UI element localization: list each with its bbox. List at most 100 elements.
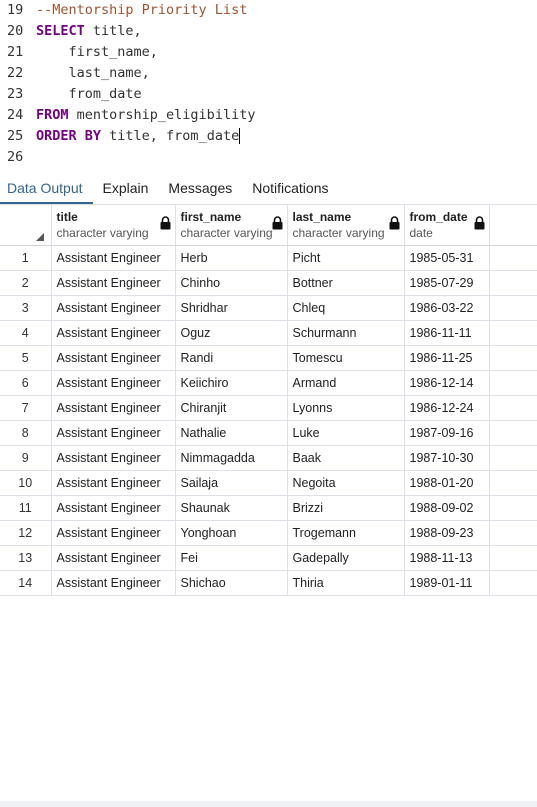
row-number[interactable]: 8 — [0, 420, 52, 446]
table-cell[interactable]: Shridhar — [175, 295, 288, 321]
table-cell[interactable]: Chleq — [287, 295, 405, 321]
table-cell[interactable]: Assistant Engineer — [51, 295, 176, 321]
table-cell[interactable]: Assistant Engineer — [51, 395, 176, 421]
table-row[interactable]: 9 Assistant Engineer Nimmagadda Baak 1987-10… — [0, 445, 537, 471]
row-number[interactable]: 13 — [0, 545, 52, 571]
column-header-first-name[interactable]: first_name character varying — [175, 205, 288, 246]
table-cell[interactable]: 1986-11-25 — [404, 345, 490, 371]
table-cell[interactable]: 1988-09-02 — [404, 495, 490, 521]
table-cell[interactable]: 1987-10-30 — [404, 445, 490, 471]
table-cell[interactable]: Armand — [287, 370, 405, 396]
table-cell[interactable]: Assistant Engineer — [51, 545, 176, 571]
table-cell[interactable]: Schurmann — [287, 320, 405, 346]
table-row[interactable]: 8 Assistant Engineer Nathalie Luke 1987-09-1… — [0, 420, 537, 446]
table-cell[interactable]: Thiria — [287, 570, 405, 596]
table-cell[interactable]: Trogemann — [287, 520, 405, 546]
table-cell[interactable]: Assistant Engineer — [51, 370, 176, 396]
table-cell[interactable]: Assistant Engineer — [51, 245, 176, 271]
table-cell[interactable]: Yonghoan — [175, 520, 288, 546]
table-row[interactable]: 6 Assistant Engineer Keiichiro Armand 1986-1… — [0, 370, 537, 396]
table-cell[interactable]: Chinho — [175, 270, 288, 296]
table-cell[interactable]: 1986-03-22 — [404, 295, 490, 321]
row-number[interactable]: 12 — [0, 520, 52, 546]
table-cell[interactable]: Assistant Engineer — [51, 320, 176, 346]
code-line[interactable]: 26 — [0, 147, 537, 168]
table-cell[interactable]: Nimmagadda — [175, 445, 288, 471]
table-cell[interactable]: Keiichiro — [175, 370, 288, 396]
table-cell[interactable]: 1986-11-11 — [404, 320, 490, 346]
table-cell[interactable]: Sailaja — [175, 470, 288, 496]
table-cell[interactable]: Tomescu — [287, 345, 405, 371]
table-cell[interactable]: Picht — [287, 245, 405, 271]
table-cell[interactable]: Luke — [287, 420, 405, 446]
table-cell[interactable]: 1988-11-13 — [404, 545, 490, 571]
table-cell[interactable]: Gadepally — [287, 545, 405, 571]
table-cell[interactable]: 1989-01-11 — [404, 570, 490, 596]
row-number[interactable]: 3 — [0, 295, 52, 321]
table-cell[interactable]: Randi — [175, 345, 288, 371]
code-line[interactable]: 22 last_name, — [0, 63, 537, 84]
table-cell[interactable]: Lyonns — [287, 395, 405, 421]
sql-editor[interactable]: 19 --Mentorship Priority List 20 SELECT tit… — [0, 0, 537, 172]
table-row[interactable]: 13 Assistant Engineer Fei Gadepally 1988-11-… — [0, 545, 537, 571]
code-line[interactable]: 23 from_date — [0, 84, 537, 105]
column-header-title[interactable]: title character varying — [51, 205, 176, 246]
row-number[interactable]: 11 — [0, 495, 52, 521]
table-row[interactable]: 5 Assistant Engineer Randi Tomescu 1986-11-2… — [0, 345, 537, 371]
row-number[interactable]: 6 — [0, 370, 52, 396]
table-cell[interactable]: Fei — [175, 545, 288, 571]
tab-explain[interactable]: Explain — [93, 174, 159, 204]
tab-messages[interactable]: Messages — [158, 174, 242, 204]
code-line[interactable]: 20 SELECT title, — [0, 21, 537, 42]
table-cell[interactable]: 1987-09-16 — [404, 420, 490, 446]
code-line[interactable]: 19 --Mentorship Priority List — [0, 0, 537, 21]
table-cell[interactable]: 1985-07-29 — [404, 270, 490, 296]
row-number[interactable]: 2 — [0, 270, 52, 296]
select-all-corner[interactable] — [0, 205, 52, 246]
table-cell[interactable]: Brizzi — [287, 495, 405, 521]
row-number[interactable]: 1 — [0, 245, 52, 271]
table-cell[interactable]: 1985-05-31 — [404, 245, 490, 271]
column-header-from-date[interactable]: from_date date — [404, 205, 490, 246]
table-cell[interactable]: Oguz — [175, 320, 288, 346]
table-cell[interactable]: Bottner — [287, 270, 405, 296]
table-cell[interactable]: Assistant Engineer — [51, 570, 176, 596]
table-cell[interactable]: Assistant Engineer — [51, 420, 176, 446]
table-cell[interactable]: Negoita — [287, 470, 405, 496]
table-cell[interactable]: Assistant Engineer — [51, 270, 176, 296]
row-number[interactable]: 10 — [0, 470, 52, 496]
table-cell[interactable]: Baak — [287, 445, 405, 471]
code-line[interactable]: 21 first_name, — [0, 42, 537, 63]
table-cell[interactable]: Herb — [175, 245, 288, 271]
table-row[interactable]: 11 Assistant Engineer Shaunak Brizzi 1988-09… — [0, 495, 537, 521]
tab-notifications[interactable]: Notifications — [242, 174, 338, 204]
table-cell[interactable]: Shaunak — [175, 495, 288, 521]
row-number[interactable]: 4 — [0, 320, 52, 346]
column-header-last-name[interactable]: last_name character varying — [287, 205, 405, 246]
table-cell[interactable]: Assistant Engineer — [51, 470, 176, 496]
table-row[interactable]: 4 Assistant Engineer Oguz Schurmann 1986-11-… — [0, 320, 537, 346]
row-number[interactable]: 14 — [0, 570, 52, 596]
horizontal-scrollbar[interactable] — [0, 801, 537, 807]
table-row[interactable]: 1 Assistant Engineer Herb Picht 1985-05-31 — [0, 245, 537, 271]
table-cell[interactable]: Assistant Engineer — [51, 495, 176, 521]
code-line[interactable]: 25 ORDER BY title, from_date — [0, 126, 537, 147]
table-row[interactable]: 12 Assistant Engineer Yonghoan Trogemann 198… — [0, 520, 537, 546]
tab-data-output[interactable]: Data Output — [0, 174, 93, 204]
table-cell[interactable]: 1986-12-24 — [404, 395, 490, 421]
table-cell[interactable]: Assistant Engineer — [51, 445, 176, 471]
table-row[interactable]: 7 Assistant Engineer Chiranjit Lyonns 1986-1… — [0, 395, 537, 421]
table-cell[interactable]: Assistant Engineer — [51, 345, 176, 371]
code-line[interactable]: 24 FROM mentorship_eligibility — [0, 105, 537, 126]
table-cell[interactable]: Chiranjit — [175, 395, 288, 421]
table-row[interactable]: 3 Assistant Engineer Shridhar Chleq 1986-03-… — [0, 295, 537, 321]
table-cell[interactable]: 1988-09-23 — [404, 520, 490, 546]
row-number[interactable]: 5 — [0, 345, 52, 371]
row-number[interactable]: 7 — [0, 395, 52, 421]
table-row[interactable]: 10 Assistant Engineer Sailaja Negoita 1988-0… — [0, 470, 537, 496]
table-cell[interactable]: Assistant Engineer — [51, 520, 176, 546]
table-cell[interactable]: Nathalie — [175, 420, 288, 446]
row-number[interactable]: 9 — [0, 445, 52, 471]
table-cell[interactable]: 1986-12-14 — [404, 370, 490, 396]
table-row[interactable]: 2 Assistant Engineer Chinho Bottner 1985-07-… — [0, 270, 537, 296]
